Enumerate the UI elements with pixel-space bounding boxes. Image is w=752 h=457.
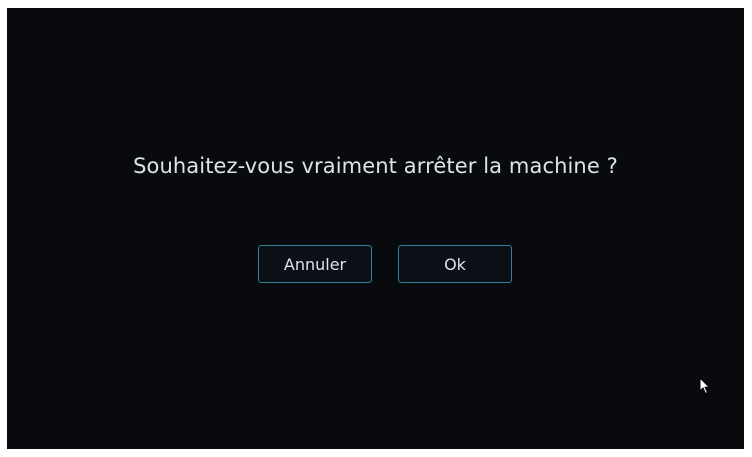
ok-button[interactable]: Ok	[398, 245, 512, 283]
shutdown-confirm-screen: Souhaitez-vous vraiment arrêter la machi…	[7, 8, 744, 449]
confirm-message: Souhaitez-vous vraiment arrêter la machi…	[133, 154, 618, 178]
cancel-button[interactable]: Annuler	[258, 245, 372, 283]
mouse-pointer-icon	[699, 377, 711, 395]
